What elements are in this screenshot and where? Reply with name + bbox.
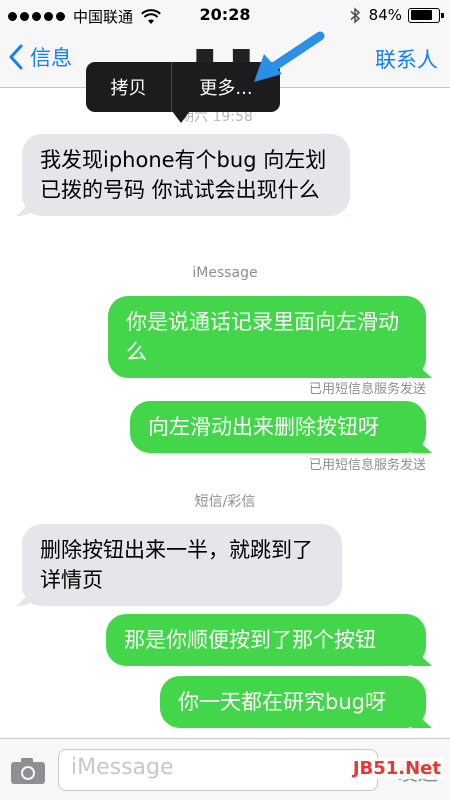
status-right: 84% <box>349 6 444 24</box>
bluetooth-icon <box>350 6 360 24</box>
copy-menu-item[interactable]: 拷贝 <box>86 62 172 112</box>
contacts-button[interactable]: 联系人 <box>375 44 438 74</box>
message-bubble-outgoing[interactable]: 那是你顺便按到了那个按钮 <box>106 614 426 666</box>
camera-icon[interactable] <box>10 757 46 785</box>
service-label-imessage: iMessage <box>192 265 258 281</box>
message-bubble-outgoing[interactable]: 你是说通话记录里面向左滑动么 <box>108 296 426 378</box>
status-bar: 中国联通 20:28 84% <box>0 0 450 30</box>
back-button[interactable]: 信息 <box>8 42 72 72</box>
delivery-status: 已用短信息服务发送 <box>308 458 426 473</box>
message-bubble-incoming[interactable]: 我发现iphone有个bug 向左划已拨的号码 你试试会出现什么 <box>22 134 350 216</box>
message-bubble-outgoing[interactable]: 你一天都在研究bug呀 <box>160 676 426 728</box>
back-label: 信息 <box>30 46 72 70</box>
chevron-left-icon <box>9 44 23 70</box>
message-bubble-incoming[interactable]: 删除按钮出来一半，就跳到了详情页 <box>22 524 342 606</box>
annotation-arrow-icon <box>254 31 325 82</box>
delivery-status: 已用短信息服务发送 <box>308 382 426 397</box>
service-label-sms: 短信/彩信 <box>194 494 256 510</box>
message-input-field[interactable]: iMessage <box>58 749 378 791</box>
message-bubble-outgoing[interactable]: 向左滑动出来删除按钮呀 <box>130 401 426 453</box>
battery-icon <box>408 7 444 23</box>
callout-tail <box>172 111 190 123</box>
site-watermark: JB51.Net <box>349 758 444 779</box>
battery-percent: 84% <box>368 6 402 24</box>
